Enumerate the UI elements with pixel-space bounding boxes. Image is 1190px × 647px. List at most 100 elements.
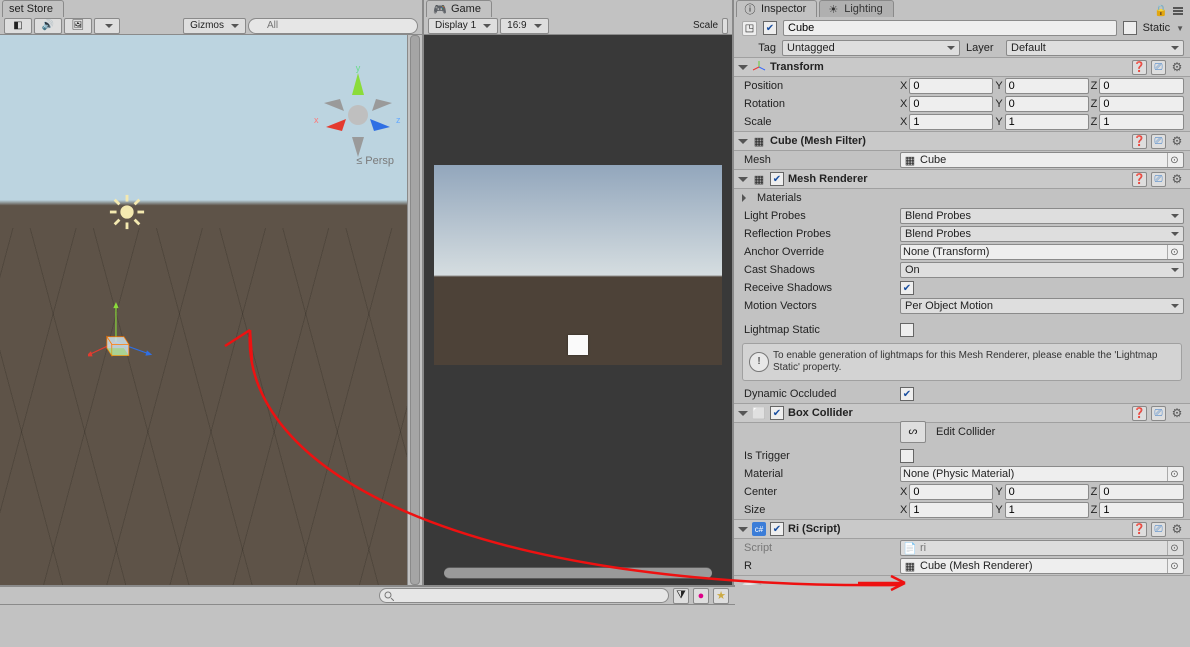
- scene-view[interactable]: y z x Persp: [0, 35, 422, 585]
- r-slot[interactable]: ▦Cube (Mesh Renderer)⊙: [900, 558, 1184, 574]
- static-checkbox[interactable]: [1123, 21, 1137, 35]
- gear-icon[interactable]: ⚙: [886, 585, 900, 586]
- gameobject-enabled-checkbox[interactable]: [763, 21, 777, 35]
- object-picker-icon[interactable]: ⊙: [1167, 467, 1181, 481]
- motion-vectors-dropdown[interactable]: Per Object Motion: [900, 298, 1184, 314]
- edit-collider-button[interactable]: ᔕ: [900, 421, 926, 443]
- scale-z[interactable]: [1099, 114, 1184, 130]
- rotation-x[interactable]: [909, 96, 993, 112]
- is-trigger-checkbox[interactable]: [900, 449, 914, 463]
- receive-shadows-checkbox[interactable]: [900, 281, 914, 295]
- object-picker-icon[interactable]: ⊙: [1167, 153, 1181, 167]
- object-picker-icon[interactable]: ⊙: [1167, 541, 1181, 555]
- display-dropdown[interactable]: Display 1: [428, 18, 498, 34]
- fx-dropdown[interactable]: [94, 18, 120, 34]
- gear-icon[interactable]: ⚙: [1170, 134, 1184, 148]
- position-y[interactable]: [1005, 78, 1089, 94]
- gear-icon[interactable]: ⚙: [1170, 406, 1184, 420]
- preset-icon[interactable]: ⎚: [1151, 172, 1166, 187]
- aspect-dropdown[interactable]: 16:9: [500, 18, 548, 34]
- light-probes-dropdown[interactable]: Blend Probes: [900, 208, 1184, 224]
- tab-asset-store[interactable]: set Store: [2, 0, 64, 17]
- scroll-thumb[interactable]: [444, 568, 712, 578]
- gizmos-dropdown[interactable]: Gizmos: [183, 18, 246, 34]
- tab-game[interactable]: 🎮Game: [426, 0, 492, 17]
- position-z[interactable]: [1099, 78, 1184, 94]
- gear-icon[interactable]: ⚙: [1170, 172, 1184, 186]
- gear-icon[interactable]: ⚙: [1170, 60, 1184, 74]
- fold-icon[interactable]: [738, 177, 748, 187]
- project-search[interactable]: [379, 588, 669, 603]
- directional-light-icon[interactable]: [108, 193, 146, 231]
- position-x[interactable]: [909, 78, 993, 94]
- image-icon: 🖼: [71, 19, 85, 33]
- object-picker-icon[interactable]: ⊙: [1167, 245, 1181, 259]
- star-icon[interactable]: ★: [713, 588, 729, 604]
- gameobject-icon[interactable]: ◳: [742, 21, 757, 36]
- fold-icon[interactable]: [738, 527, 748, 537]
- help-icon[interactable]: ❓: [1132, 172, 1147, 187]
- dynamic-occluded-checkbox[interactable]: [900, 387, 914, 401]
- help-icon[interactable]: ❓: [1132, 406, 1147, 421]
- lock-icon[interactable]: 🔒: [1154, 4, 1168, 17]
- material-header[interactable]: Default-Material ❓⚙: [734, 575, 1190, 585]
- tab-lighting[interactable]: ☀Lighting: [819, 0, 894, 17]
- panel-menu-icon[interactable]: [1172, 5, 1184, 17]
- preset-icon[interactable]: ⎚: [1151, 134, 1166, 149]
- script-enabled-checkbox[interactable]: [770, 522, 784, 536]
- favorite-icon[interactable]: ●: [693, 588, 709, 604]
- anchor-override-slot[interactable]: None (Transform)⊙: [900, 244, 1184, 260]
- scroll-thumb[interactable]: [410, 35, 420, 585]
- help-icon[interactable]: ❓: [1132, 522, 1147, 537]
- center-z[interactable]: [1099, 484, 1184, 500]
- cast-shadows-dropdown[interactable]: On: [900, 262, 1184, 278]
- size-y[interactable]: [1005, 502, 1089, 518]
- center-x[interactable]: [909, 484, 993, 500]
- script-header[interactable]: c# Ri (Script) ❓⎚⚙: [734, 519, 1190, 539]
- reflection-probes-dropdown[interactable]: Blend Probes: [900, 226, 1184, 242]
- scale-x[interactable]: [909, 114, 993, 130]
- size-z[interactable]: [1099, 502, 1184, 518]
- filter-icon[interactable]: ⧩: [673, 588, 689, 604]
- transform-header[interactable]: Transform ❓ ⎚ ⚙: [734, 57, 1190, 77]
- 2d-toggle[interactable]: 🔊: [34, 18, 62, 34]
- gameobject-name-field[interactable]: [783, 20, 1117, 36]
- object-picker-icon[interactable]: ⊙: [1167, 559, 1181, 573]
- rotation-y[interactable]: [1005, 96, 1089, 112]
- fold-icon[interactable]: [738, 411, 748, 421]
- game-hscroll[interactable]: [444, 567, 712, 579]
- scene-vscroll[interactable]: [407, 35, 422, 585]
- lightmap-static-checkbox[interactable]: [900, 323, 914, 337]
- help-icon[interactable]: ❓: [1132, 60, 1147, 75]
- fold-icon[interactable]: [738, 65, 748, 75]
- preset-icon[interactable]: ⎚: [1151, 522, 1166, 537]
- rotation-z[interactable]: [1099, 96, 1184, 112]
- mesh-slot[interactable]: ▦Cube⊙: [900, 152, 1184, 168]
- meshfilter-header[interactable]: ▦ Cube (Mesh Filter) ❓⎚⚙: [734, 131, 1190, 151]
- scale-y[interactable]: [1005, 114, 1089, 130]
- fold-icon[interactable]: [738, 139, 748, 149]
- shaded-mode-dropdown[interactable]: ◧: [4, 18, 32, 34]
- preset-icon[interactable]: ⎚: [1151, 406, 1166, 421]
- help-icon[interactable]: ❓: [1132, 134, 1147, 149]
- boxcollider-header[interactable]: ⬜ Box Collider ❓⎚⚙: [734, 403, 1190, 423]
- preset-icon[interactable]: ⎚: [1151, 60, 1166, 75]
- boxcollider-enabled-checkbox[interactable]: [770, 406, 784, 420]
- meshrenderer-enabled-checkbox[interactable]: [770, 172, 784, 186]
- physic-material-slot[interactable]: None (Physic Material)⊙: [900, 466, 1184, 482]
- static-dropdown-icon[interactable]: ▼: [1176, 24, 1184, 33]
- game-view[interactable]: [424, 35, 732, 585]
- scale-slider[interactable]: [722, 18, 728, 34]
- tag-dropdown[interactable]: Untagged: [782, 40, 960, 56]
- meshrenderer-header[interactable]: ▦ Mesh Renderer ❓⎚⚙: [734, 169, 1190, 189]
- selected-cube[interactable]: [88, 299, 156, 367]
- tab-inspector[interactable]: ⓘInspector: [736, 0, 817, 17]
- lighting-toggle[interactable]: 🖼: [64, 18, 92, 34]
- fold-icon[interactable]: [742, 194, 750, 202]
- gear-icon[interactable]: ⚙: [1170, 522, 1184, 536]
- center-y[interactable]: [1005, 484, 1089, 500]
- size-x[interactable]: [909, 502, 993, 518]
- scene-search[interactable]: [248, 18, 418, 34]
- layer-dropdown[interactable]: Default: [1006, 40, 1184, 56]
- orientation-gizmo[interactable]: y z x: [308, 65, 408, 165]
